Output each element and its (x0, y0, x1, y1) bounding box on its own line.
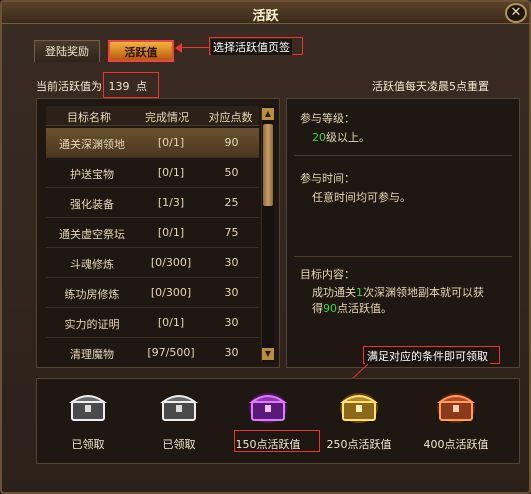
reward-slot-1[interactable]: 已领取 (48, 382, 128, 462)
tab-login-reward[interactable]: 登陆奖励 (34, 40, 100, 62)
task-progress: [0/1] (157, 316, 185, 329)
task-points: 30 (224, 286, 239, 299)
table-row[interactable]: 护送宝物 [0/1] 50 (46, 158, 259, 188)
detail-divider (294, 256, 512, 257)
chest-icon (339, 393, 379, 423)
reward-slot-4[interactable]: 250点活跃值 (319, 382, 399, 462)
task-points: 90 (224, 136, 239, 149)
table-row[interactable]: 实力的证明 [0/1] 30 (46, 308, 259, 338)
task-progress: [0/300] (150, 256, 192, 269)
task-points: 25 (224, 196, 239, 209)
tab-hint-arrow-icon (175, 43, 182, 53)
chest-icon (248, 393, 288, 423)
goal-text-part: 点活跃值。 (337, 302, 392, 315)
task-points: 30 (224, 256, 239, 269)
reward-label: 400点活跃值 (423, 438, 489, 451)
reward-150-highlight (234, 430, 320, 452)
task-list-scrollbar[interactable]: ▲ ▼ (261, 106, 274, 362)
current-value-highlight (103, 72, 159, 98)
goal-text-part: 成功通关 (312, 286, 356, 299)
chest-icon (436, 393, 476, 423)
task-name: 通关虚空祭坛 (59, 228, 125, 241)
goal-text: 成功通关1次深渊领地副本就可以获 得90点活跃值。 (312, 285, 512, 317)
chest-icon (159, 395, 199, 421)
col-header-points: 对应点数 (208, 111, 253, 124)
level-label: 参与等级： (300, 112, 355, 125)
goal-count: 1 (356, 286, 363, 299)
task-name: 实力的证明 (64, 318, 120, 331)
task-name: 斗魂修炼 (70, 258, 114, 271)
tab-hint-text: 选择活跃值页签 (211, 39, 292, 55)
task-name: 强化装备 (70, 198, 114, 211)
goal-text-part: 次深渊领地副本就可以获 (363, 286, 484, 299)
reward-slot-5[interactable]: 400点活跃值 (416, 382, 496, 462)
table-row[interactable]: 强化装备 [1/3] 25 (46, 188, 259, 218)
time-label: 参与时间： (300, 172, 355, 185)
current-activity-prefix: 当前活跃值为 (36, 80, 102, 93)
table-row[interactable]: 通关深渊领地 [0/1] 90 (46, 128, 259, 158)
reward-hint-text: 满足对应的条件即可领取 (365, 348, 490, 364)
scroll-down-icon[interactable]: ▼ (262, 348, 274, 360)
tab-activity-value[interactable]: 活跃值 (108, 40, 174, 62)
task-progress: [0/1] (157, 136, 185, 149)
time-value: 任意时间均可参与。 (312, 191, 411, 204)
activity-window: 活跃 ✕ 登陆奖励 活跃值 选择活跃值页签 当前活跃值为 139 点 活跃值每天… (0, 0, 531, 494)
reset-note: 活跃值每天凌晨5点重置 (372, 80, 489, 93)
task-points: 30 (224, 316, 239, 329)
scroll-up-icon[interactable]: ▲ (262, 108, 274, 120)
reward-label: 已领取 (71, 438, 105, 451)
goal-points: 90 (323, 302, 337, 315)
task-points: 30 (224, 346, 239, 359)
window-title: 活跃 (252, 9, 279, 24)
scroll-thumb[interactable] (263, 124, 273, 206)
goal-label: 目标内容： (300, 268, 355, 281)
col-header-progress: 完成情况 (145, 111, 189, 124)
table-row[interactable]: 斗魂修炼 [0/300] 30 (46, 248, 259, 278)
table-row[interactable]: 清理魔物 [97/500] 30 (46, 338, 259, 368)
table-row[interactable]: 练功房修炼 [0/300] 30 (46, 278, 259, 308)
goal-text-part: 得 (312, 302, 323, 315)
task-name: 通关深渊领地 (59, 138, 125, 151)
close-button[interactable]: ✕ (505, 3, 527, 23)
chest-icon (68, 395, 108, 421)
level-requirement: 20级以上。 (312, 130, 370, 146)
level-suffix: 级以上。 (326, 131, 370, 144)
task-name: 护送宝物 (70, 168, 114, 181)
task-name: 清理魔物 (70, 348, 114, 361)
level-value: 20 (312, 131, 326, 144)
reward-label: 250点活跃值 (326, 438, 392, 451)
task-name: 练功房修炼 (64, 288, 120, 301)
task-table-header: 目标名称 完成情况 对应点数 (46, 106, 259, 126)
reward-label: 已领取 (162, 438, 196, 451)
detail-divider (294, 155, 512, 156)
task-progress: [97/500] (147, 346, 195, 359)
task-progress: [0/1] (157, 166, 185, 179)
task-progress: [0/300] (150, 286, 192, 299)
task-points: 50 (224, 166, 239, 179)
title-bar: 活跃 ✕ (2, 2, 529, 24)
col-header-name: 目标名称 (67, 111, 111, 124)
task-progress: [0/1] (157, 226, 185, 239)
reward-slot-2[interactable]: 已领取 (139, 382, 219, 462)
task-progress: [1/3] (157, 196, 185, 209)
table-row[interactable]: 通关虚空祭坛 [0/1] 75 (46, 218, 259, 248)
task-points: 75 (224, 226, 239, 239)
